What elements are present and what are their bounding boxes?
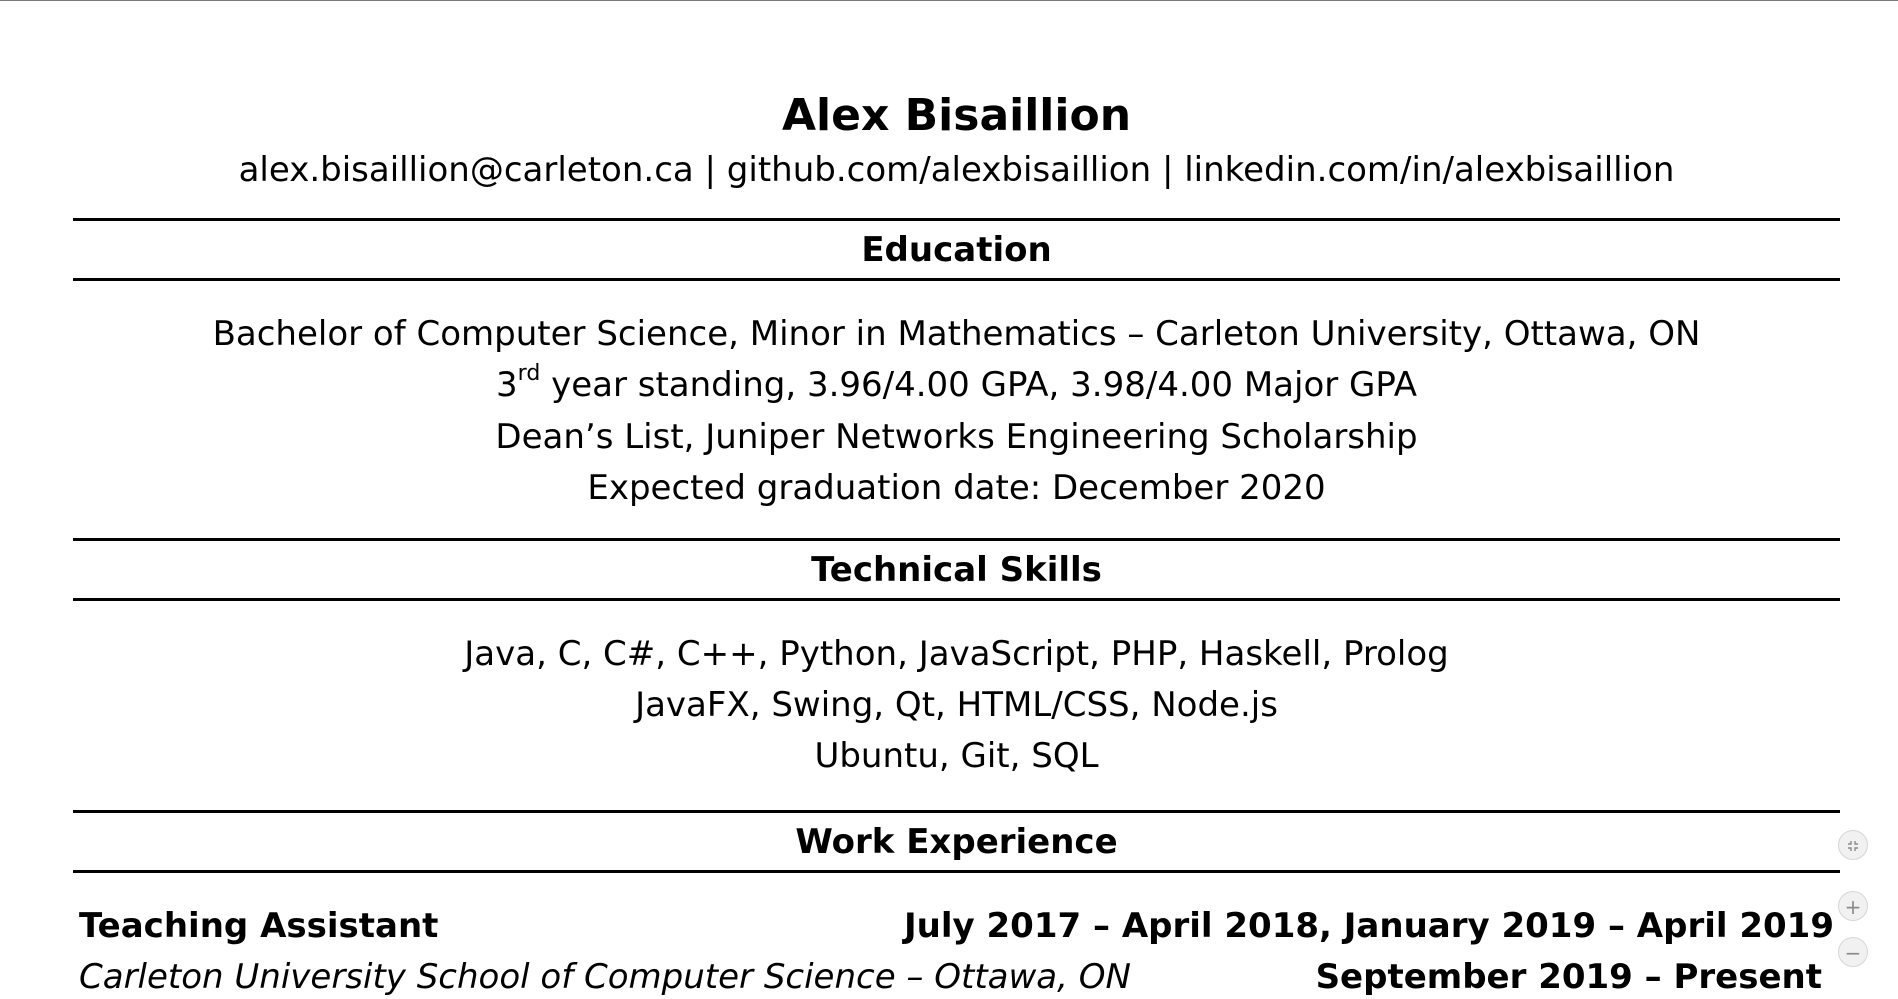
section-divider [73, 278, 1840, 281]
skills-frameworks: JavaFX, Swing, Qt, HTML/CSS, Node.js [635, 685, 1278, 725]
zoom-in-button[interactable]: + [1838, 891, 1868, 921]
contact-line: alex.bisaillion@carleton.ca | github.com… [238, 150, 1675, 190]
standing-year: 3 [496, 365, 518, 405]
job-employer: Carleton University School of Computer S… [79, 957, 1131, 997]
resume-name: Alex Bisaillion [781, 90, 1132, 141]
section-divider [73, 870, 1840, 873]
section-divider [73, 598, 1840, 601]
fit-page-button[interactable] [1838, 830, 1868, 860]
skills-heading: Technical Skills [811, 550, 1102, 590]
standing-ordinal: rd [517, 360, 541, 386]
skills-languages: Java, C, C#, C++, Python, JavaScript, PH… [464, 634, 1449, 674]
job-dates-primary: July 2017 – April 2018, January 2019 – A… [904, 906, 1834, 946]
education-standing: 3rd year standing, 3.96/4.00 GPA, 3.98/4… [73, 360, 1840, 407]
education-degree: Bachelor of Computer Science, Minor in M… [212, 314, 1701, 354]
zoom-out-button[interactable]: − [1838, 937, 1868, 967]
job-dates-secondary: September 2019 – Present [1315, 957, 1822, 997]
fit-page-icon [1848, 841, 1858, 851]
resume-page: Alex Bisaillion alex.bisaillion@carleton… [73, 0, 1840, 997]
education-awards: Dean’s List, Juniper Networks Engineerin… [495, 417, 1418, 457]
standing-details: year standing, 3.96/4.00 GPA, 3.98/4.00 … [540, 365, 1417, 405]
section-divider [73, 810, 1840, 813]
education-heading: Education [861, 230, 1052, 270]
skills-tools: Ubuntu, Git, SQL [814, 736, 1099, 776]
work-heading: Work Experience [795, 822, 1118, 862]
education-graduation: Expected graduation date: December 2020 [587, 468, 1326, 508]
section-divider [73, 218, 1840, 221]
job-role: Teaching Assistant [79, 906, 439, 946]
section-divider [73, 538, 1840, 541]
